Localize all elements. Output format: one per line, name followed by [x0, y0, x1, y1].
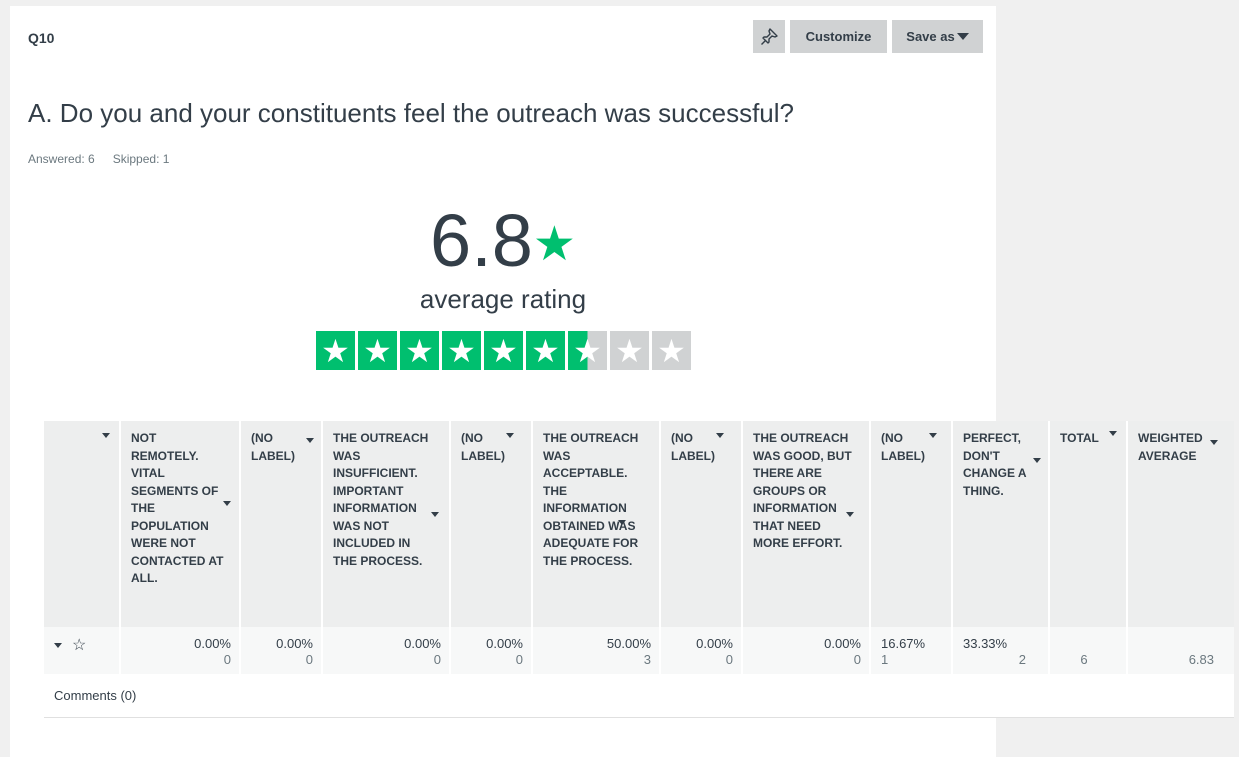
row-expand-icon[interactable]: [54, 642, 62, 648]
column-header[interactable]: (NO LABEL): [869, 421, 951, 627]
rating-star-icon: ★: [526, 331, 565, 370]
sort-caret-icon[interactable]: [223, 501, 231, 506]
cell-percent: 0.00%: [276, 636, 313, 651]
cell-percent: 16.67%: [881, 636, 926, 651]
rating-star-icon: ★: [316, 331, 355, 370]
table-cell: 50.00% 3: [531, 627, 659, 674]
customize-label: Customize: [805, 29, 872, 44]
column-header-label: WEIGHTED AVERAGE: [1138, 431, 1203, 463]
column-header-label: PERFECT, DON'T CHANGE A THING.: [963, 431, 1027, 498]
cell-percent: 0.00%: [404, 636, 441, 651]
cell-percent: 0.00%: [824, 636, 861, 651]
table-cell: 0.00% 0: [239, 627, 321, 674]
cell-count: 1: [881, 652, 889, 667]
table-cell: 0.00% 0: [449, 627, 531, 674]
weighted-average-value: 6.83: [1188, 652, 1214, 667]
column-header[interactable]: (NO LABEL): [449, 421, 531, 627]
cell-count: 3: [643, 652, 651, 667]
table-cell: 0.00% 0: [321, 627, 449, 674]
sort-caret-icon[interactable]: [846, 512, 854, 517]
table-header: NOT REMOTELY. VITAL SEGMENTS OF THE POPU…: [44, 421, 1234, 627]
question-number: Q10: [28, 30, 55, 46]
pin-button[interactable]: [753, 20, 785, 53]
skipped-count: Skipped: 1: [112, 152, 170, 166]
row-controls: ☆: [44, 627, 119, 674]
rating-star-icon: ★: [484, 331, 523, 370]
sort-caret-icon[interactable]: [716, 433, 724, 438]
pin-icon: [761, 27, 778, 45]
total-cell: 6: [1048, 627, 1126, 674]
column-header[interactable]: (NO LABEL): [239, 421, 321, 627]
rating-star-icon: ★: [652, 331, 691, 370]
response-counts: Answered: 6 Skipped: 1: [28, 152, 169, 166]
sort-caret-icon[interactable]: [1033, 458, 1041, 463]
average-rating-label: average rating: [419, 284, 587, 314]
cell-count: 0: [515, 652, 523, 667]
total-value: 6: [1080, 652, 1088, 667]
sort-caret-icon[interactable]: [1210, 440, 1218, 445]
rating-star-icon: ★: [358, 331, 397, 370]
sort-caret-icon[interactable]: [506, 433, 514, 438]
column-header[interactable]: [44, 421, 119, 627]
cell-count: 0: [433, 652, 441, 667]
star-icon: ★: [532, 218, 576, 271]
table-cell: 0.00% 0: [119, 627, 239, 674]
column-header[interactable]: THE OUTREACH WAS ACCEPTABLE. THE INFORMA…: [531, 421, 659, 627]
cell-count: 0: [725, 652, 733, 667]
column-header[interactable]: THE OUTREACH WAS GOOD, BUT THERE ARE GRO…: [741, 421, 869, 627]
column-header-label: TOTAL: [1060, 431, 1099, 445]
table-cell: 16.67% 1: [869, 627, 951, 674]
table-cell: 0.00% 0: [659, 627, 741, 674]
cell-percent: 0.00%: [194, 636, 231, 651]
column-header-label: NOT REMOTELY. VITAL SEGMENTS OF THE POPU…: [131, 431, 224, 585]
save-as-button[interactable]: Save as: [892, 20, 983, 53]
rating-star-icon: ★: [442, 331, 481, 370]
column-header[interactable]: NOT REMOTELY. VITAL SEGMENTS OF THE POPU…: [119, 421, 239, 627]
table-row: ☆ 0.00% 0 0.00% 0 0.00% 0 0.00% 0 50.00% 3 0.00% 0 0.…: [44, 627, 1234, 674]
column-header-label: THE OUTREACH WAS INSUFFICIENT. IMPORTANT…: [333, 431, 429, 568]
cell-count: 0: [305, 652, 313, 667]
comments-link[interactable]: Comments (0): [44, 674, 1234, 718]
column-header[interactable]: (NO LABEL): [659, 421, 741, 627]
sort-caret-icon[interactable]: [102, 433, 110, 438]
sort-caret-icon[interactable]: [1109, 431, 1117, 436]
column-header[interactable]: TOTAL: [1048, 421, 1126, 627]
answered-count: Answered: 6: [28, 152, 95, 166]
rating-star-icon: ★: [568, 331, 607, 370]
question-title: A. Do you and your constituents feel the…: [28, 98, 794, 128]
caret-down-icon: [956, 33, 969, 40]
rating-star-icon: ★: [610, 331, 649, 370]
column-header-label: THE OUTREACH WAS ACCEPTABLE. THE INFORMA…: [543, 431, 639, 568]
table-cell: 33.33% 2: [951, 627, 1048, 674]
column-header[interactable]: PERFECT, DON'T CHANGE A THING.: [951, 421, 1048, 627]
star-rating-bar: ★ ★ ★ ★ ★ ★ ★ ★ ★: [316, 331, 691, 370]
sort-caret-icon[interactable]: [431, 512, 439, 517]
cell-percent: 50.00%: [606, 636, 651, 651]
sort-caret-icon[interactable]: [929, 433, 937, 438]
cell-percent: 0.00%: [486, 636, 523, 651]
save-as-label: Save as: [906, 29, 955, 44]
cell-percent: 33.33%: [963, 636, 1008, 651]
weighted-average-cell: 6.83: [1126, 627, 1234, 674]
star-outline-icon[interactable]: ☆: [72, 635, 86, 655]
average-rating-value: 6.8: [430, 199, 533, 282]
column-header[interactable]: THE OUTREACH WAS INSUFFICIENT. IMPORTANT…: [321, 421, 449, 627]
cell-count: 0: [223, 652, 231, 667]
rating-star-icon: ★: [400, 331, 439, 370]
sort-caret-icon[interactable]: [306, 438, 314, 443]
column-header-label: THE OUTREACH WAS GOOD, BUT THERE ARE GRO…: [753, 431, 852, 550]
average-rating: 6.8★: [10, 200, 996, 282]
results-table: NOT REMOTELY. VITAL SEGMENTS OF THE POPU…: [44, 421, 1234, 718]
customize-button[interactable]: Customize: [790, 20, 887, 53]
cell-percent: 0.00%: [696, 636, 733, 651]
sort-caret-icon[interactable]: [618, 520, 626, 525]
column-header[interactable]: WEIGHTED AVERAGE: [1126, 421, 1234, 627]
cell-count: 2: [1018, 652, 1026, 667]
column-header-label: (NO LABEL): [251, 431, 295, 463]
cell-count: 0: [853, 652, 861, 667]
table-cell: 0.00% 0: [741, 627, 869, 674]
